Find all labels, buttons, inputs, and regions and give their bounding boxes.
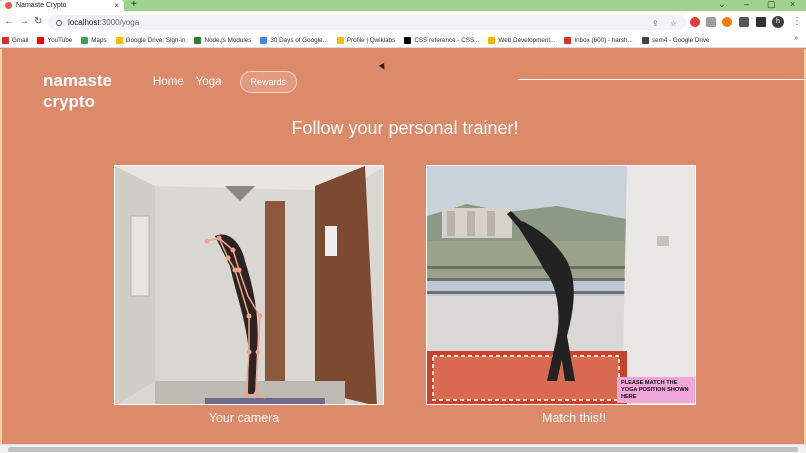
site-favicon-icon (5, 2, 12, 9)
brand-logo-text[interactable]: namaste crypto (43, 70, 112, 112)
maximize-icon[interactable]: ▢ (767, 0, 776, 10)
bookmark-label: sem4 - Google Drive (651, 37, 710, 44)
bookmark-label: 30 Days of Google... (270, 37, 328, 44)
bookmark-item[interactable]: Node.js Modules (194, 37, 251, 44)
reload-icon[interactable]: ↻ (34, 16, 42, 27)
reference-pose-image (427, 166, 695, 404)
match-instruction-note: PLEASE MATCH THE YOGA POSITION SHOWN HER… (617, 377, 695, 403)
webcam-image (115, 166, 383, 404)
brand-line: namaste (43, 71, 112, 90)
adblock-extension-icon[interactable] (690, 17, 700, 27)
rewards-button[interactable]: Rewards (239, 71, 298, 93)
bookmark-label: YouTube (47, 37, 73, 44)
bookmark-label: CSS reference - CSS... (414, 37, 480, 44)
scrollbar-thumb[interactable] (8, 447, 798, 452)
gmail-icon (2, 37, 9, 44)
webcam-feed (114, 165, 384, 405)
close-window-icon[interactable]: × (790, 0, 795, 9)
globe-icon (641, 37, 649, 44)
bookmark-item[interactable]: Google Drive: Sign-in (115, 37, 186, 44)
maps-icon (81, 37, 89, 44)
bookmark-item[interactable]: Profile | Qwiklabs (336, 37, 396, 44)
bookmark-item[interactable]: CSS reference - CSS... (404, 37, 479, 44)
tab-strip: Namaste Crypto × + ⌄ – ▢ × (0, 0, 806, 11)
bookmark-item[interactable]: Web Development... (488, 37, 555, 44)
bookmark-item[interactable]: Maps (81, 37, 107, 44)
main-nav: Home Yoga Rewards (153, 71, 298, 93)
bookmark-label: Gmail (12, 37, 29, 44)
new-tab-button[interactable]: + (131, 0, 137, 10)
back-arrow-icon[interactable]: ← (4, 16, 14, 27)
bookmark-label: Node.js Modules (204, 37, 252, 44)
bookmarks-bar: Gmail YouTube Maps Google Drive: Sign-in Nod… (0, 34, 806, 48)
gmail-icon (564, 37, 572, 44)
bookmark-item[interactable]: sem4 - Google Drive (641, 37, 710, 44)
nav-link-home[interactable]: Home (153, 76, 184, 88)
side-panel-icon[interactable] (756, 17, 766, 27)
bookmark-item[interactable]: 30 Days of Google... (260, 37, 328, 44)
google-icon (260, 37, 268, 44)
drive-icon (115, 37, 123, 44)
bookmarks-overflow-icon[interactable]: » (794, 35, 798, 42)
bookmark-label: Web Development... (498, 37, 556, 44)
bookmark-label: Inbox (600) - harsh... (574, 37, 633, 44)
metamask-extension-icon[interactable] (722, 17, 732, 27)
mdn-icon (404, 37, 412, 44)
page-title: Follow your personal trainer! (291, 118, 519, 138)
reference-pose: PLEASE MATCH THE YOGA POSITION SHOWN HER… (426, 165, 696, 405)
drive-icon (336, 37, 344, 44)
bookmark-item[interactable]: YouTube (37, 37, 72, 44)
profile-avatar[interactable]: h (772, 16, 784, 28)
yoga-page: namaste crypto Home Yoga Rewards Follow y… (0, 49, 806, 444)
match-caption: Match this!! (542, 411, 606, 425)
screenshot-extension-icon[interactable] (706, 17, 716, 27)
extensions-puzzle-icon[interactable] (739, 17, 749, 27)
nav-divider (518, 79, 806, 80)
bookmark-label: Maps (91, 37, 107, 44)
bookmark-item[interactable]: Gmail (2, 37, 28, 44)
bookmark-label: Google Drive: Sign-in (125, 37, 186, 44)
minimize-icon[interactable]: – (744, 0, 749, 9)
brand-line: crypto (43, 92, 95, 111)
camera-caption: Your camera (208, 411, 280, 425)
url-host: localhost (68, 18, 100, 27)
tab-close-icon[interactable]: × (114, 1, 119, 10)
bookmark-star-icon[interactable]: ☆ (670, 19, 677, 28)
bookmark-label: Profile | Qwiklabs (346, 37, 396, 44)
youtube-icon (37, 37, 45, 44)
share-icon[interactable]: ⇪ (652, 19, 659, 28)
address-bar[interactable]: localhost:3000/yoga ⇪ ☆ (48, 15, 686, 30)
browser-tab[interactable]: Namaste Crypto × (0, 0, 124, 11)
bookmark-item[interactable]: Inbox (600) - harsh... (564, 37, 633, 44)
browser-menu-icon[interactable]: ⋮ (792, 16, 802, 27)
url-path: :3000/yoga (99, 18, 140, 27)
bookmark-icon (488, 37, 496, 44)
site-info-icon[interactable] (56, 19, 62, 26)
horizontal-scrollbar[interactable] (0, 444, 806, 453)
forward-arrow-icon[interactable]: → (19, 16, 29, 27)
browser-toolbar: ← → ↻ localhost:3000/yoga ⇪ ☆ h ⋮ (0, 11, 806, 34)
tab-search-chevron-icon[interactable]: ⌄ (718, 0, 726, 10)
nav-link-yoga[interactable]: Yoga (196, 76, 222, 88)
tab-title: Namaste Crypto (16, 2, 67, 9)
node-icon (194, 37, 202, 44)
